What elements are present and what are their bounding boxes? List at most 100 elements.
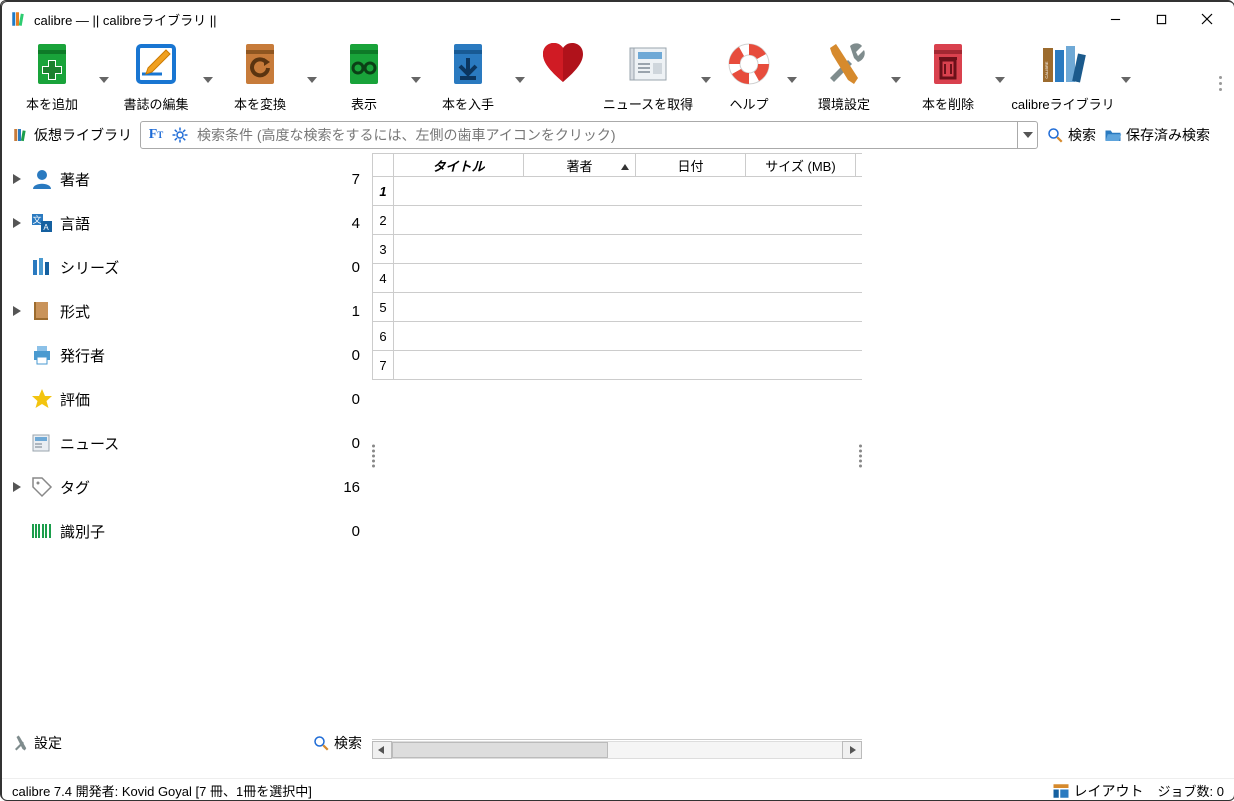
table-row[interactable]: 6 (372, 322, 862, 351)
table-row[interactable]: 2 (372, 206, 862, 235)
sidebar-item-languages[interactable]: 文A 言語 4 (10, 201, 364, 245)
search-go-button[interactable]: 検索 (1046, 125, 1096, 145)
column-header-title[interactable]: タイトル (394, 154, 524, 176)
library-icon: CALIBRE (1039, 40, 1087, 88)
edit-metadata-button[interactable]: 書誌の編集 (112, 40, 200, 113)
view-dropdown[interactable] (408, 56, 424, 104)
book-list-header: タイトル 著者 日付 サイズ (MB) (372, 153, 862, 177)
close-button[interactable] (1184, 4, 1230, 34)
lifebuoy-icon (725, 40, 773, 88)
toolbar-label: 環境設定 (818, 94, 870, 113)
toolbar-label: ニュースを取得 (603, 94, 693, 113)
app-icon (10, 10, 28, 28)
barcode-icon (30, 519, 54, 543)
fetch-news-button[interactable]: ニュースを取得 (598, 40, 698, 113)
scrollbar-track[interactable] (392, 741, 842, 759)
fulltext-search-icon[interactable]: FT (147, 126, 165, 144)
convert-books-dropdown[interactable] (304, 56, 320, 104)
help-dropdown[interactable] (784, 56, 800, 104)
splitter-handle-left[interactable] (372, 445, 375, 468)
gear-icon[interactable] (171, 126, 189, 144)
library-dropdown[interactable] (1118, 56, 1134, 104)
toolbar-label: 本を変換 (234, 94, 286, 113)
saved-searches-label: 保存済み検索 (1126, 125, 1210, 145)
toolbar-label: ヘルプ (729, 94, 768, 113)
table-row[interactable]: 7 (372, 351, 862, 380)
table-row[interactable]: 5 (372, 293, 862, 322)
add-book-icon (28, 40, 76, 88)
tag-browser-settings-label: 設定 (34, 733, 62, 753)
minimize-button[interactable] (1092, 4, 1138, 34)
heart-icon (539, 40, 587, 88)
table-row[interactable]: 3 (372, 235, 862, 264)
edit-metadata-dropdown[interactable] (200, 56, 216, 104)
books-icon (12, 126, 30, 144)
sidebar-item-identifiers[interactable]: 識別子 0 (10, 509, 364, 553)
get-books-dropdown[interactable] (512, 56, 528, 104)
preferences-dropdown[interactable] (888, 56, 904, 104)
chevron-right-icon (10, 174, 24, 184)
folder-icon (1104, 126, 1122, 144)
search-box: FT (140, 121, 1038, 149)
sidebar-item-series[interactable]: シリーズ 0 (10, 245, 364, 289)
virtual-library-label: 仮想ライブラリ (34, 125, 132, 145)
preferences-button[interactable]: 環境設定 (800, 40, 888, 113)
help-button[interactable]: ヘルプ (714, 40, 784, 113)
sidebar-item-formats[interactable]: 形式 1 (10, 289, 364, 333)
donate-button[interactable] (528, 40, 598, 94)
tools-icon (12, 734, 30, 752)
toolbar-label: 本を削除 (922, 94, 974, 113)
sidebar-item-tags[interactable]: タグ 16 (10, 465, 364, 509)
status-text: calibre 7.4 開発者: Kovid Goyal [7 冊、1冊を選択中… (12, 781, 312, 800)
book-list-rows: 1 2 3 4 5 6 7 (372, 177, 862, 380)
news-icon (624, 40, 672, 88)
search-input[interactable] (195, 126, 1017, 144)
layout-icon (1052, 782, 1070, 800)
get-books-button[interactable]: 本を入手 (424, 40, 512, 113)
splitter-handle-right[interactable] (859, 445, 862, 468)
toolbar-label: 本を入手 (442, 94, 494, 113)
table-row[interactable]: 4 (372, 264, 862, 293)
sidebar-item-publishers[interactable]: 発行者 0 (10, 333, 364, 377)
toolbar-overflow-button[interactable] (1219, 76, 1222, 91)
view-icon (340, 40, 388, 88)
column-header-date[interactable]: 日付 (636, 154, 746, 176)
table-row[interactable]: 1 (372, 177, 862, 206)
column-header-size[interactable]: サイズ (MB) (746, 154, 856, 176)
layout-button[interactable]: レイアウト (1052, 781, 1144, 801)
window-title: calibre — || calibreライブラリ || (34, 10, 1092, 29)
scroll-left-button[interactable] (372, 741, 392, 759)
jobs-indicator[interactable]: ジョブ数: 0 (1158, 781, 1224, 800)
tag-browser-settings-button[interactable]: 設定 (12, 733, 62, 753)
remove-books-button[interactable]: 本を削除 (904, 40, 992, 113)
svg-text:A: A (43, 223, 49, 232)
translate-icon: 文A (30, 211, 54, 235)
add-books-button[interactable]: 本を追加 (8, 40, 96, 113)
sidebar-item-ratings[interactable]: 評価 0 (10, 377, 364, 421)
remove-books-dropdown[interactable] (992, 56, 1008, 104)
tag-browser-search-button[interactable]: 検索 (312, 733, 362, 753)
scroll-right-button[interactable] (842, 741, 862, 759)
maximize-button[interactable] (1138, 4, 1184, 34)
search-history-dropdown[interactable] (1017, 122, 1037, 148)
virtual-library-button[interactable]: 仮想ライブラリ (12, 125, 132, 145)
view-button[interactable]: 表示 (320, 40, 408, 113)
person-icon (30, 167, 54, 191)
sidebar-item-authors[interactable]: 著者 7 (10, 157, 364, 201)
column-header-author[interactable]: 著者 (524, 154, 636, 176)
add-books-dropdown[interactable] (96, 56, 112, 104)
convert-books-button[interactable]: 本を変換 (216, 40, 304, 113)
horizontal-scrollbar[interactable] (372, 739, 862, 759)
sort-asc-icon (621, 158, 629, 173)
saved-searches-button[interactable]: 保存済み検索 (1104, 125, 1210, 145)
row-header-corner (372, 154, 394, 176)
newspaper-icon (30, 431, 54, 455)
sidebar-item-news[interactable]: ニュース 0 (10, 421, 364, 465)
tag-browser-search-label: 検索 (334, 733, 362, 753)
scrollbar-thumb[interactable] (392, 742, 608, 758)
toolbar-label: 書誌の編集 (123, 94, 188, 113)
fetch-news-dropdown[interactable] (698, 56, 714, 104)
library-button[interactable]: CALIBRE calibreライブラリ (1008, 40, 1118, 113)
star-icon (30, 387, 54, 411)
main-toolbar: 本を追加 書誌の編集 (2, 36, 1234, 119)
